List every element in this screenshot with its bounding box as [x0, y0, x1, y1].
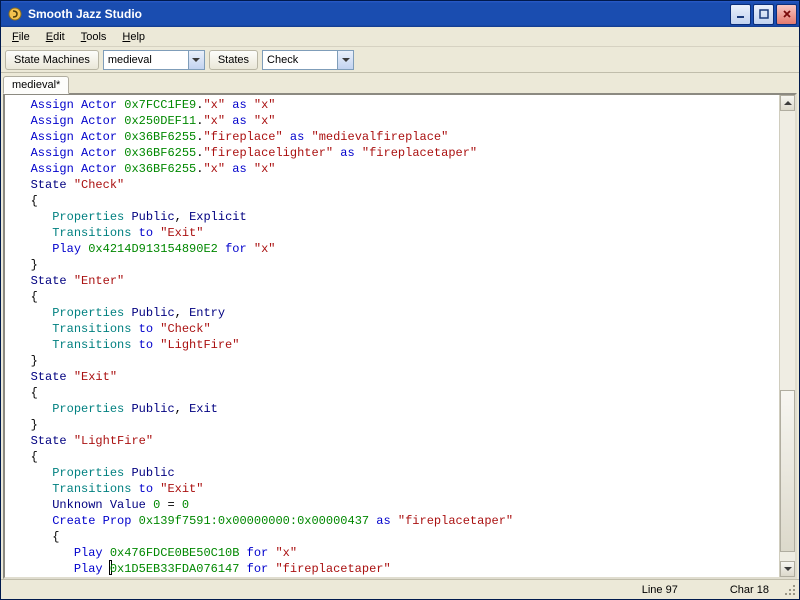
vertical-scrollbar[interactable]: [779, 95, 795, 577]
toolbar: State Machines medieval States Check: [1, 47, 799, 73]
scrollbar-track[interactable]: [780, 111, 795, 561]
status-line: Line 97: [636, 584, 684, 596]
chevron-down-icon: [188, 51, 204, 69]
status-char: Char 18: [724, 584, 775, 596]
editor-container: Assign Actor 0x7FCC1FE9."x" as "x" Assig…: [3, 93, 797, 579]
window-title: Smooth Jazz Studio: [28, 7, 728, 21]
state-machines-button[interactable]: State Machines: [5, 50, 99, 70]
scrollbar-thumb[interactable]: [780, 390, 795, 552]
chevron-down-icon: [337, 51, 353, 69]
scroll-down-icon[interactable]: [780, 561, 795, 577]
menu-bar: Filedocument.currentScript.previousEleme…: [1, 27, 799, 47]
resize-grip-icon[interactable]: [783, 583, 797, 597]
code-editor[interactable]: Assign Actor 0x7FCC1FE9."x" as "x" Assig…: [5, 95, 779, 577]
menu-file[interactable]: Filedocument.currentScript.previousEleme…: [5, 29, 37, 45]
tab-strip: medieval*: [1, 73, 799, 93]
app-icon: [7, 6, 23, 22]
scroll-up-icon[interactable]: [780, 95, 795, 111]
close-button[interactable]: [776, 4, 797, 25]
menu-help[interactable]: Help: [115, 29, 152, 45]
menu-edit[interactable]: Edit: [39, 29, 72, 45]
status-bar: Line 97 Char 18: [1, 579, 799, 599]
menu-tools[interactable]: Tools: [74, 29, 114, 45]
minimize-button[interactable]: [730, 4, 751, 25]
state-combo[interactable]: Check: [262, 50, 354, 70]
tab-medieval[interactable]: medieval*: [3, 76, 69, 94]
machine-combo[interactable]: medieval: [103, 50, 205, 70]
maximize-button[interactable]: [753, 4, 774, 25]
states-button[interactable]: States: [209, 50, 258, 70]
title-bar: Smooth Jazz Studio: [1, 1, 799, 27]
